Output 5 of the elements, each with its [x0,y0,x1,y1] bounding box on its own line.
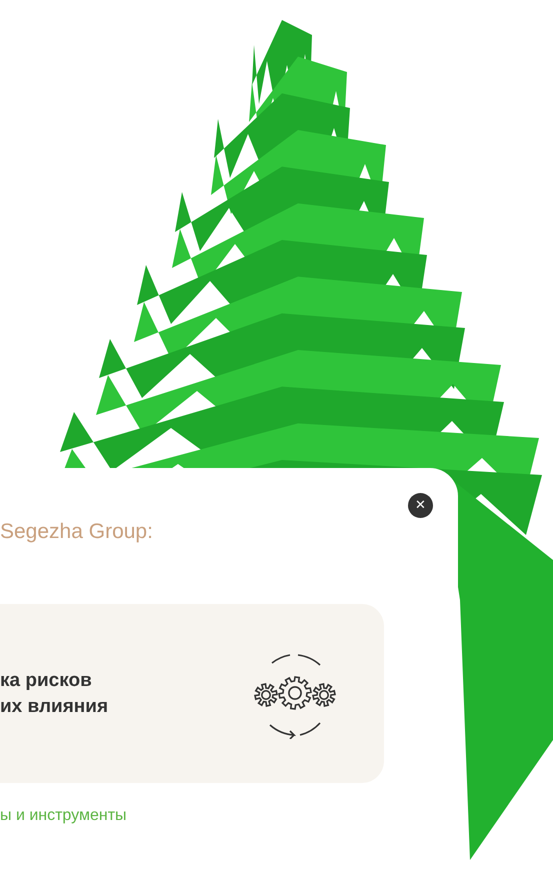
feature-text: ка рисков [0,670,93,692]
close-button[interactable]: ✕ [408,493,433,518]
section-heading: ы и инструменты [0,807,128,825]
feature-text: их влияния [0,696,108,718]
card-title: Segezha Group: [0,520,154,544]
